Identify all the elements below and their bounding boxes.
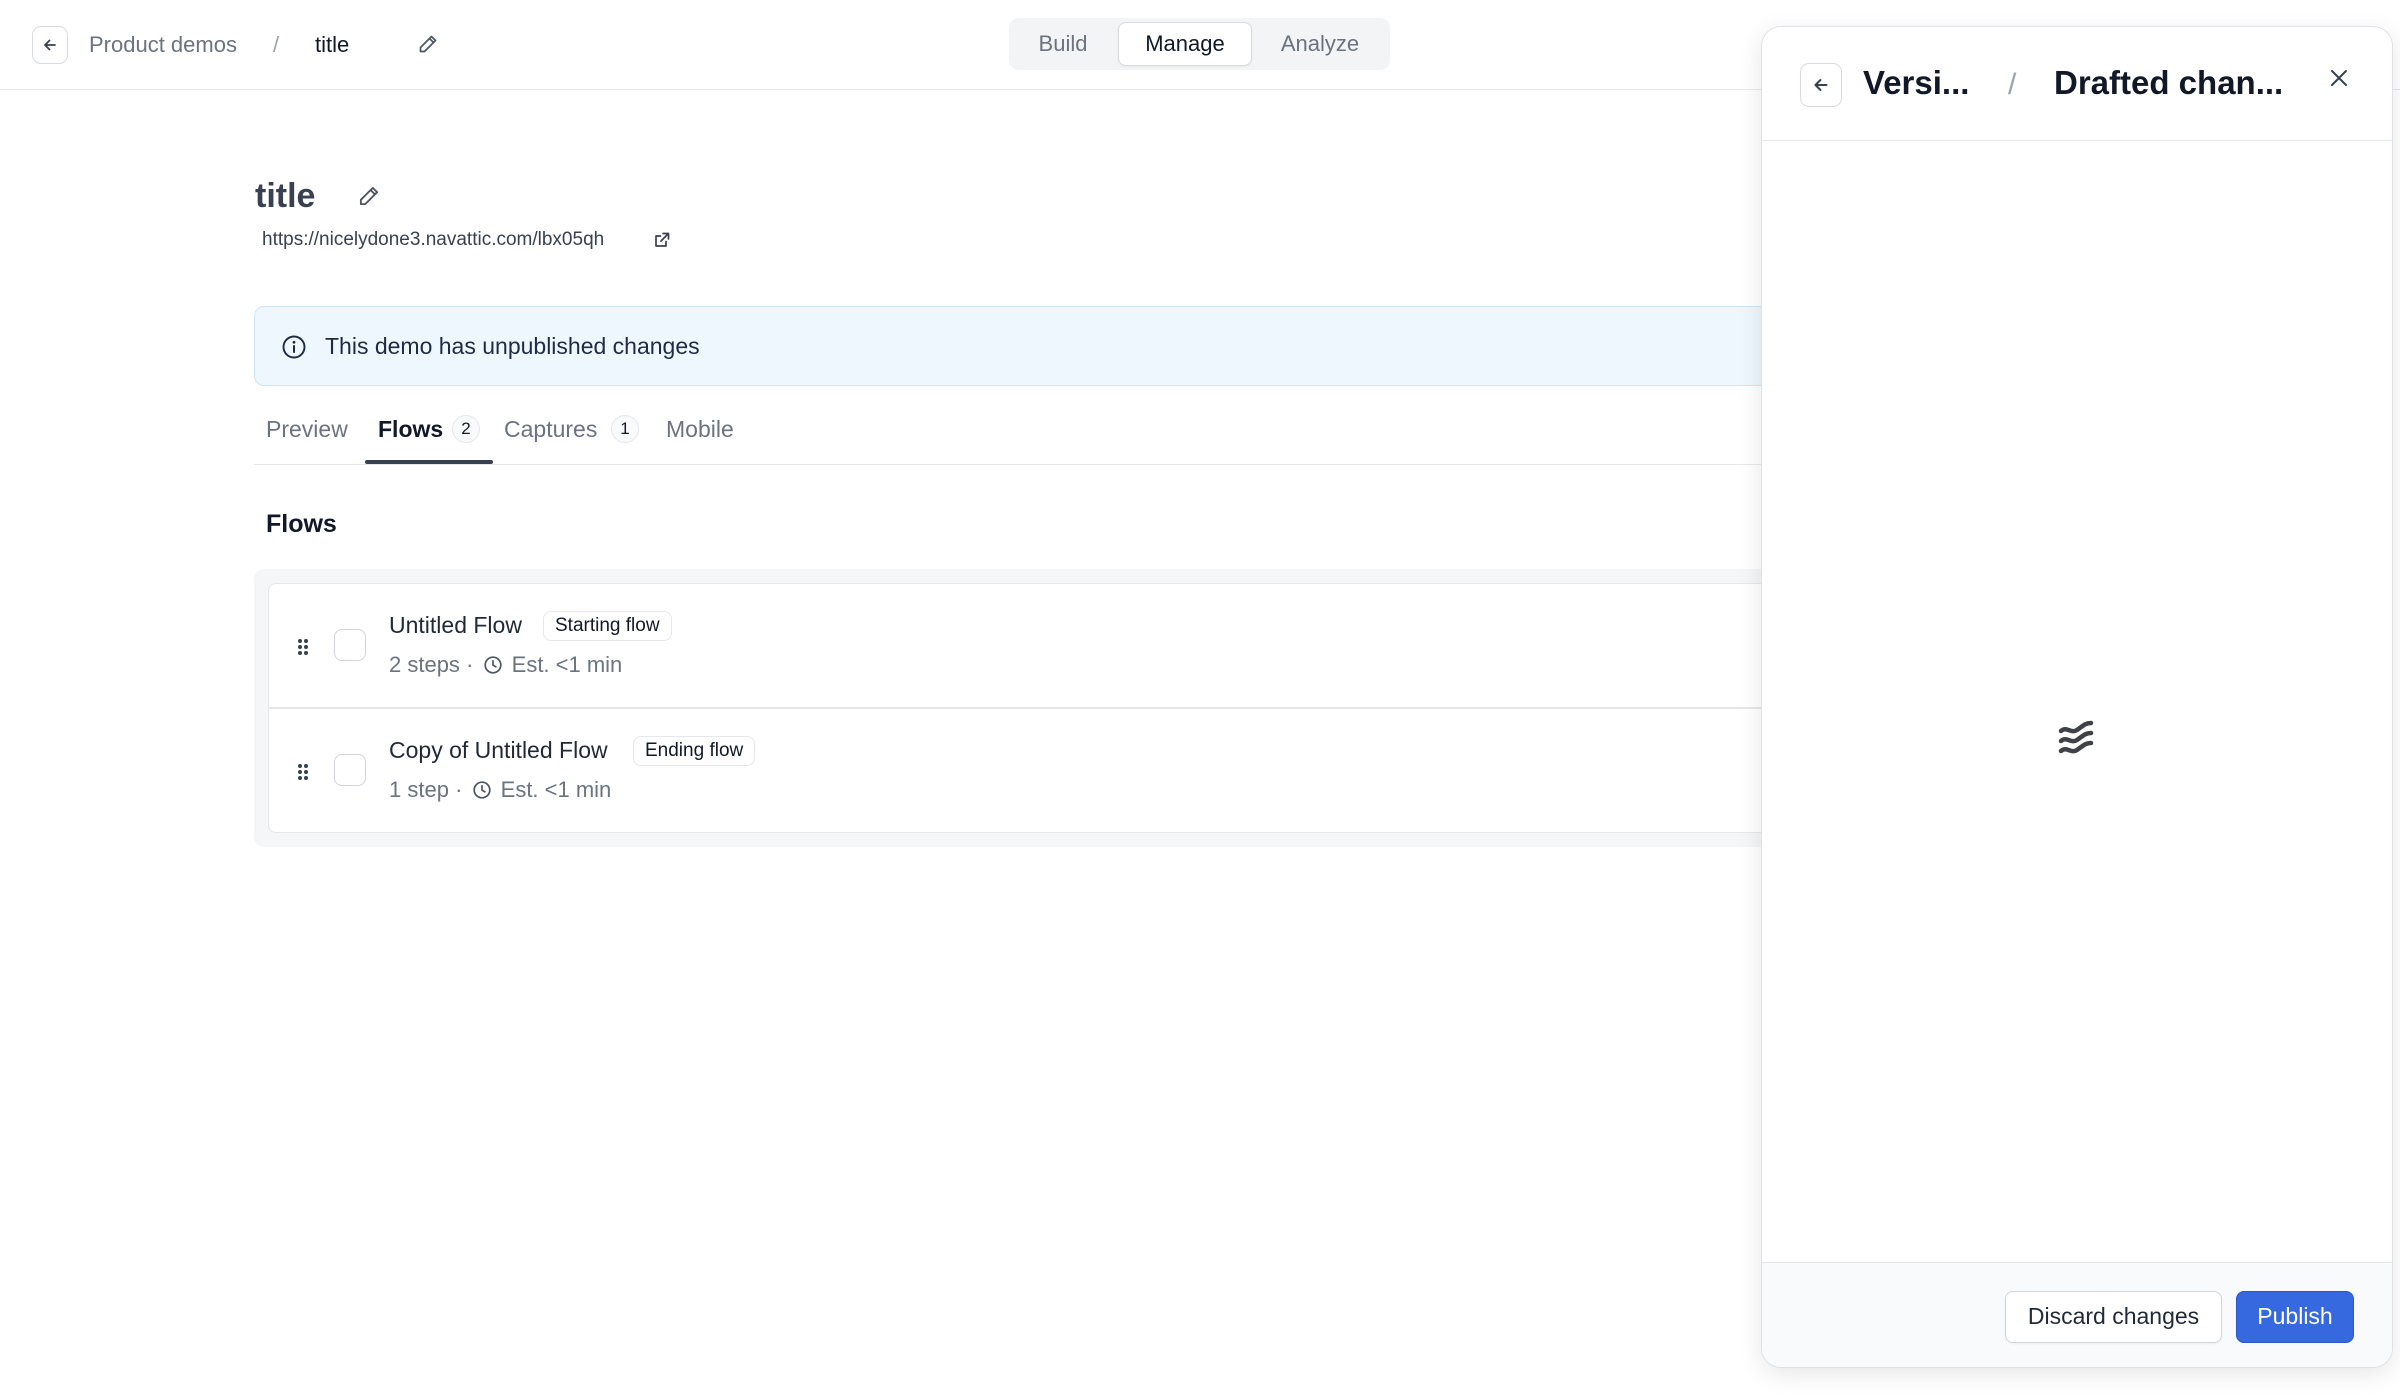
unpublished-changes-banner: This demo has unpublished changes [254,306,1774,386]
panel-breadcrumb-separator: / [2008,68,2017,101]
tab-captures[interactable]: Captures [504,414,597,444]
close-icon [2331,70,2347,86]
flow-name[interactable]: Untitled Flow [389,610,522,640]
panel-footer: Discard changes Publish [1762,1262,2392,1367]
info-icon [281,334,307,365]
panel-header: Versi... / Drafted chan... [1762,27,2392,141]
active-tab-indicator [365,460,493,464]
mode-build[interactable]: Build [1013,22,1113,66]
flow-row[interactable]: Copy of Untitled Flow Ending flow 1 step… [268,708,1774,833]
flow-row[interactable]: Untitled Flow Starting flow 2 steps · Es… [268,583,1774,708]
flow-duration: Est. <1 min [511,652,623,677]
meta-separator: · [466,652,474,677]
panel-back-button[interactable] [1800,63,1842,107]
flow-duration: Est. <1 min [500,777,612,802]
back-button[interactable] [32,26,68,64]
publish-button[interactable]: Publish [2236,1291,2354,1343]
discard-changes-button[interactable]: Discard changes [2005,1291,2222,1343]
pencil-icon [359,186,379,206]
banner-message: This demo has unpublished changes [325,333,700,359]
flows-list: Untitled Flow Starting flow 2 steps · Es… [254,569,1774,847]
flows-section-title: Flows [266,510,337,538]
flows-count-badge: 2 [452,415,480,443]
flow-badge: Ending flow [633,736,756,766]
edit-demo-title-button[interactable] [356,183,382,214]
clock-icon [483,656,502,674]
flow-meta: 2 steps · Est. <1 min [389,650,622,680]
demo-tabs: Preview Flows 2 Captures 1 Mobile [254,404,1774,465]
breadcrumb-separator: / [273,32,280,57]
back-arrow-icon [44,39,56,51]
flow-checkbox[interactable] [334,629,366,661]
loading-icon [2055,717,2097,762]
tab-flows[interactable]: Flows [378,414,443,444]
pencil-icon [419,35,437,53]
mode-switcher: Build Manage Analyze [1009,18,1390,70]
demo-url-link[interactable]: https://nicelydone3.navattic.com/lbx05qh [262,227,604,253]
open-url-button[interactable] [652,230,672,255]
page-title: title [255,177,316,215]
flow-meta: 1 step · Est. <1 min [389,775,611,805]
flow-checkbox[interactable] [334,754,366,786]
mode-manage[interactable]: Manage [1118,22,1252,66]
breadcrumb-current: title [315,32,350,57]
tab-preview[interactable]: Preview [266,414,348,444]
edit-title-button[interactable] [416,32,440,61]
panel-breadcrumb-current: Drafted chan... [2054,64,2284,101]
version-panel: Versi... / Drafted chan... Discard chang… [1761,26,2393,1368]
flow-name[interactable]: Copy of Untitled Flow [389,735,608,765]
mode-analyze[interactable]: Analyze [1259,22,1381,66]
flow-badge: Starting flow [543,611,672,641]
drag-handle-icon[interactable] [296,762,310,787]
clock-icon [472,781,491,799]
close-panel-button[interactable] [2328,67,2350,94]
flow-steps: 1 step [389,777,449,802]
captures-count-badge: 1 [611,415,639,443]
flow-steps: 2 steps [389,652,460,677]
meta-separator: · [455,777,463,802]
breadcrumb-parent[interactable]: Product demos [89,30,237,60]
panel-breadcrumb-parent[interactable]: Versi... [1863,63,1969,103]
drag-handle-icon[interactable] [296,637,310,662]
external-link-icon [655,232,670,247]
tab-mobile[interactable]: Mobile [666,414,734,444]
back-arrow-icon [1814,79,1828,91]
